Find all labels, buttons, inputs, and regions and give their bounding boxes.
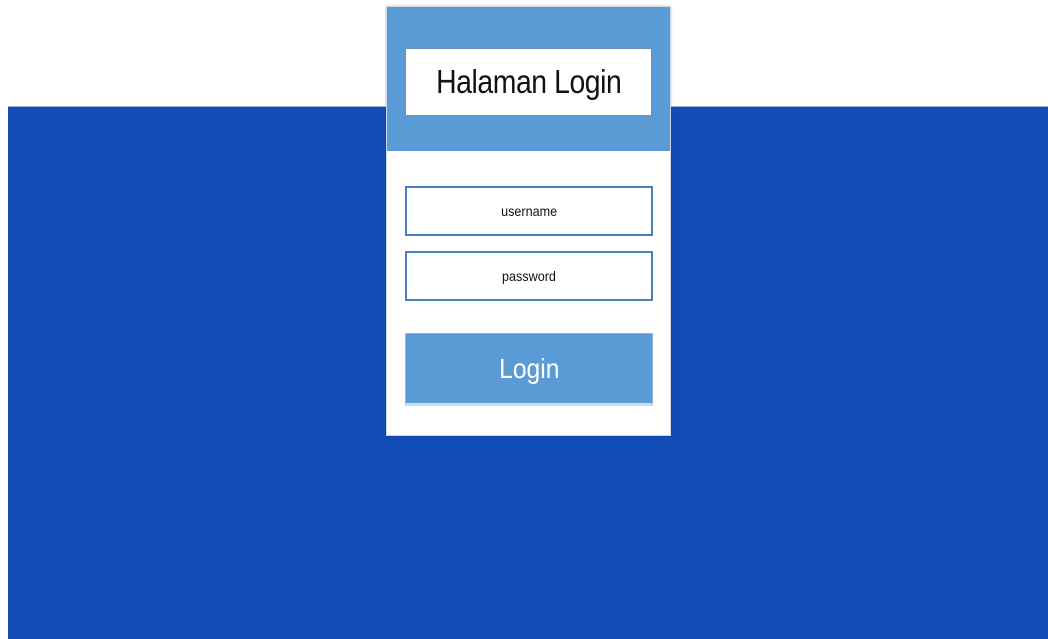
username-placeholder: username [500, 203, 558, 219]
password-placeholder: password [502, 268, 556, 284]
login-card: Halaman Login username password Login [386, 6, 671, 436]
login-card-header: Halaman Login [387, 7, 670, 151]
title-box: Halaman Login [405, 48, 652, 116]
login-page: Halaman Login username password Login [0, 0, 1048, 639]
login-button-label: Login [498, 352, 560, 384]
page-title: Halaman Login [435, 63, 622, 100]
login-button[interactable]: Login [405, 333, 653, 406]
username-field[interactable]: username [405, 186, 653, 236]
password-field[interactable]: password [405, 251, 653, 301]
